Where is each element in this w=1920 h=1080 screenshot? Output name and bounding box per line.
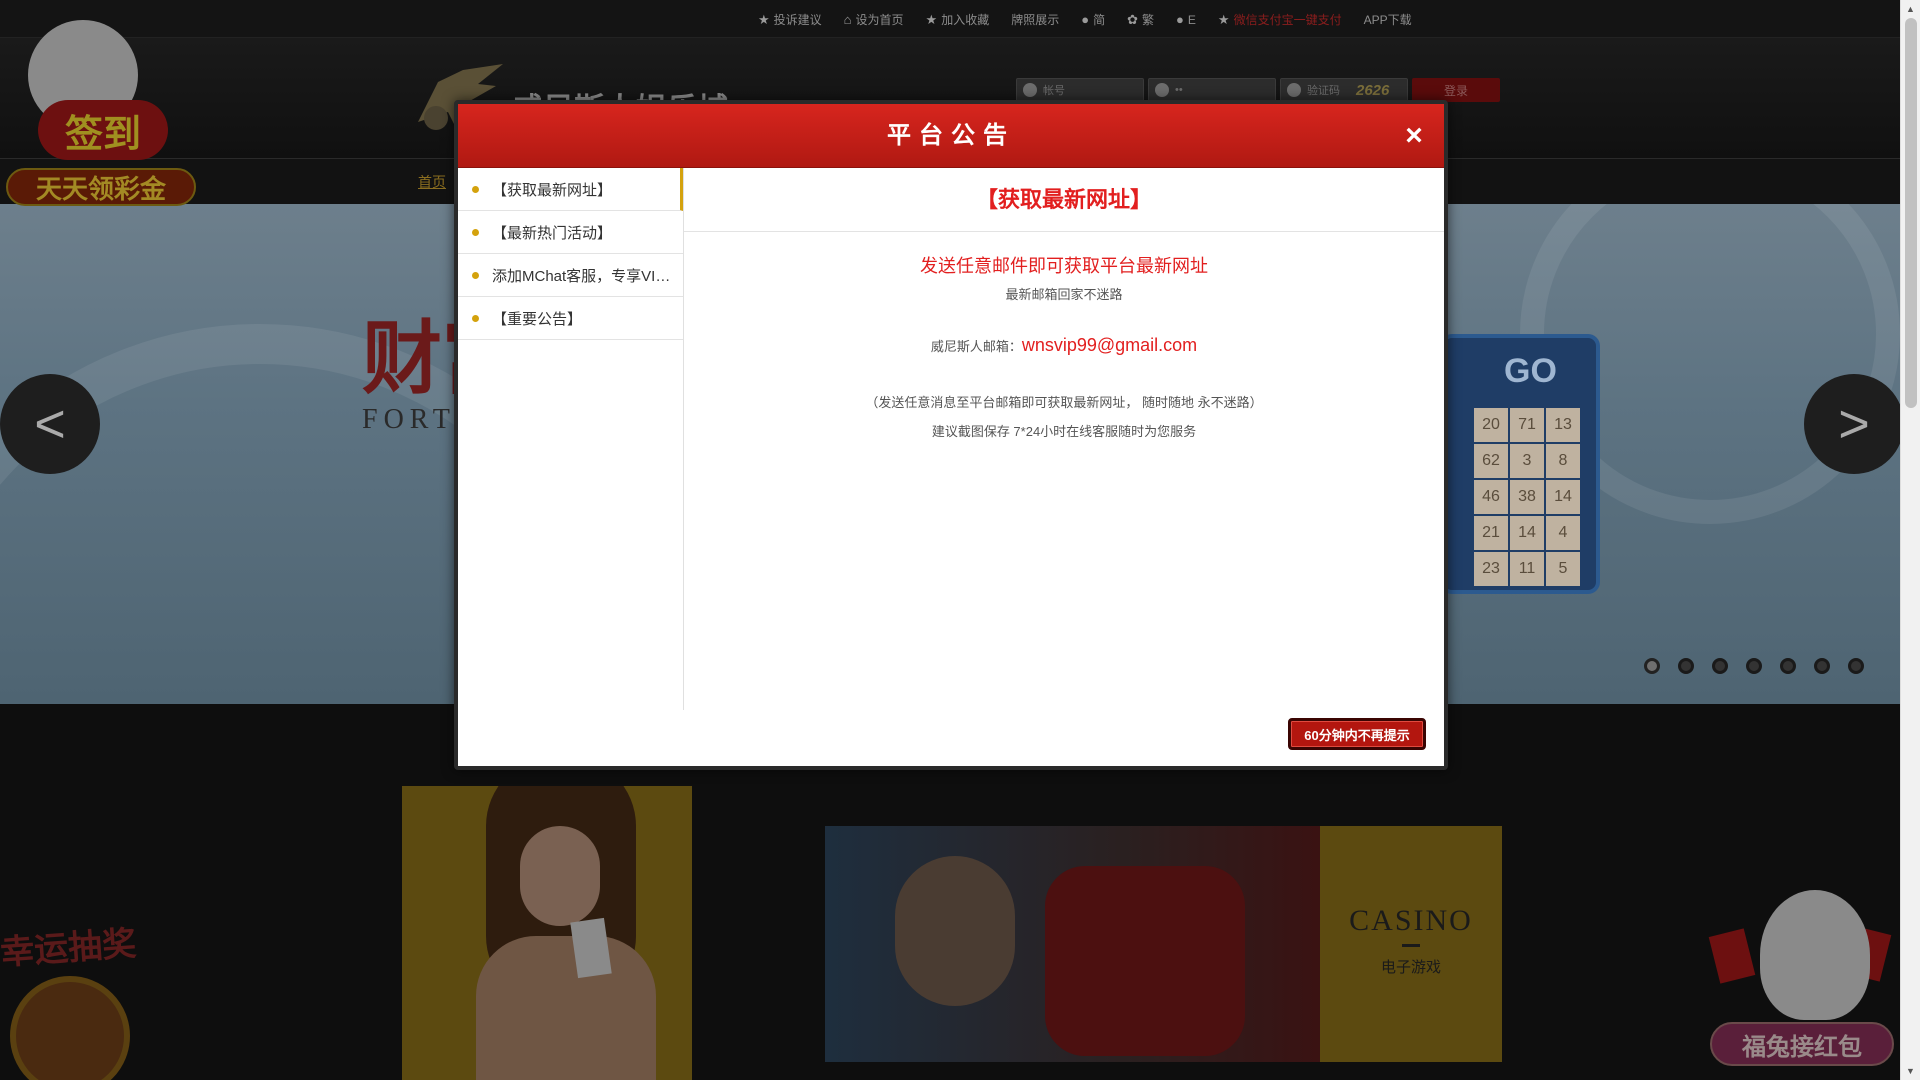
content-title: 【获取最新网址】 (684, 168, 1444, 232)
close-icon[interactable]: × (1400, 121, 1428, 151)
bullet-icon (472, 315, 479, 322)
announcement-content: 【获取最新网址】 发送任意邮件即可获取平台最新网址 最新邮箱回家不迷路 威尼斯人… (684, 168, 1444, 708)
announcement-modal: 平台公告 × 【获取最新网址】 【最新热门活动】 添加MChat客服，专享VIP… (454, 100, 1448, 770)
menu-item-label: 【重要公告】 (492, 310, 583, 328)
menu-item-hot-events[interactable]: 【最新热门活动】 (458, 211, 683, 254)
content-body: 发送任意邮件即可获取平台最新网址 最新邮箱回家不迷路 威尼斯人邮箱：wnsvip… (684, 232, 1444, 440)
content-subline: 最新邮箱回家不迷路 (1005, 287, 1123, 302)
content-note: （发送任意消息至平台邮箱即可获取最新网址， 随时随地 永不迷路） (865, 395, 1263, 410)
menu-item-label: 添加MChat客服，专享VIP… (492, 267, 678, 285)
page-scrollbar[interactable]: ▲ ▼ (1900, 0, 1920, 1080)
email-address[interactable]: wnsvip99@gmail.com (1022, 335, 1197, 355)
menu-item-label: 【最新热门活动】 (492, 224, 613, 242)
bullet-icon (472, 186, 479, 193)
modal-header: 平台公告 × (458, 104, 1444, 168)
email-prefix: 威尼斯人邮箱： (930, 339, 1022, 354)
scrollbar-thumb[interactable] (1905, 18, 1917, 408)
scroll-down-icon[interactable]: ▼ (1906, 1066, 1915, 1076)
content-email-row: 威尼斯人邮箱：wnsvip99@gmail.com (684, 335, 1444, 356)
modal-title: 平台公告 (887, 122, 1015, 149)
announcement-menu: 【获取最新网址】 【最新热门活动】 添加MChat客服，专享VIP… 【重要公告… (458, 168, 684, 710)
dismiss-60min-button[interactable]: 60分钟内不再提示 (1288, 718, 1426, 750)
content-service-note: 建议截图保存 7*24小时在线客服随时为您服务 (931, 424, 1197, 439)
bullet-icon (472, 229, 479, 236)
content-headline: 发送任意邮件即可获取平台最新网址 (920, 256, 1208, 276)
bullet-icon (472, 272, 479, 279)
menu-item-mchat-support[interactable]: 添加MChat客服，专享VIP… (458, 254, 683, 297)
menu-item-important-notice[interactable]: 【重要公告】 (458, 297, 683, 340)
scroll-up-icon[interactable]: ▲ (1906, 4, 1915, 14)
menu-item-label: 【获取最新网址】 (492, 181, 613, 199)
menu-item-latest-url[interactable]: 【获取最新网址】 (458, 168, 683, 211)
